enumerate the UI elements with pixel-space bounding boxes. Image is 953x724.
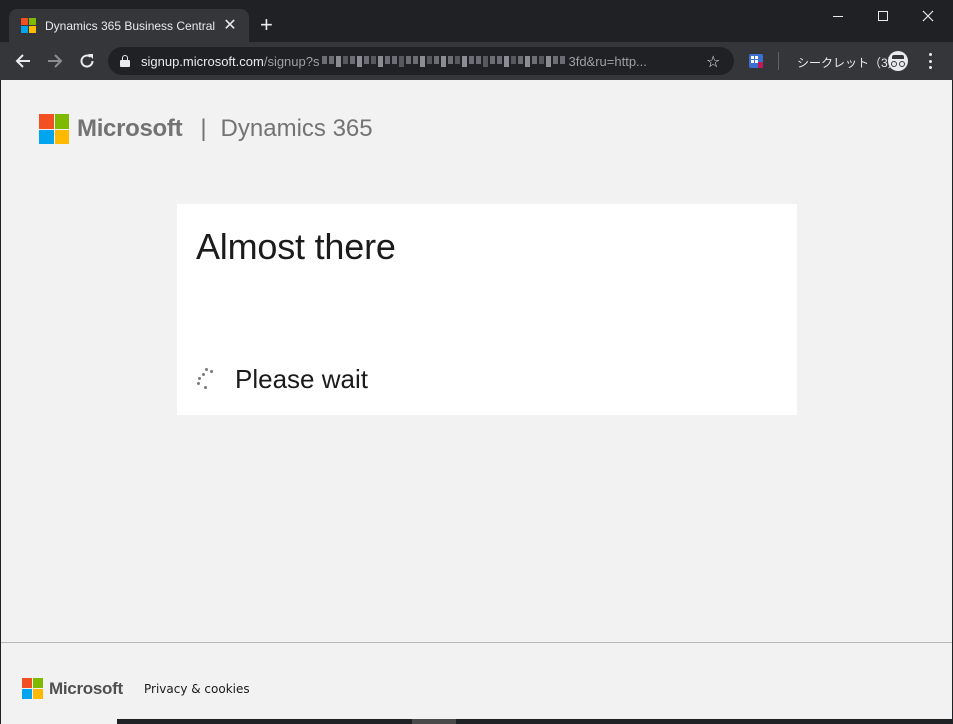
tab-title: Dynamics 365 Business Central — [45, 18, 216, 33]
brand-company-name: Microsoft — [77, 115, 183, 142]
footer-brand: Microsoft — [22, 678, 123, 699]
loading-spinner-icon — [196, 368, 214, 390]
redacted-url-segment — [322, 55, 566, 67]
new-tab-button[interactable]: + — [260, 14, 273, 36]
tab-close-icon[interactable]: ✕ — [221, 17, 239, 34]
footer-company-name: Microsoft — [49, 678, 123, 698]
microsoft-logo-icon — [39, 114, 69, 144]
maximize-button[interactable] — [860, 0, 906, 32]
maximize-icon — [878, 11, 888, 21]
toolbar-divider — [778, 52, 779, 70]
arrow-left-icon — [15, 54, 30, 68]
card-title: Almost there — [196, 226, 396, 267]
status-text: Please wait — [235, 364, 368, 394]
browser-toolbar: signup.microsoft.com /signup?s 3fd&ru=ht… — [0, 42, 953, 80]
minimize-button[interactable] — [815, 0, 861, 32]
privacy-cookies-link[interactable]: Privacy & cookies — [144, 682, 250, 696]
close-window-button[interactable] — [905, 0, 951, 32]
status-card: Almost there Please wait — [177, 204, 797, 415]
page-content: Microsoft | Dynamics 365 Almost there Pl… — [1, 80, 952, 724]
microsoft-logo-icon — [22, 678, 43, 699]
browser-menu-icon[interactable] — [926, 53, 934, 69]
brand-header: Microsoft | Dynamics 365 — [39, 114, 373, 144]
footer: Microsoft Privacy & cookies — [1, 643, 952, 719]
brand-product-name: Dynamics 365 — [220, 115, 373, 142]
back-button[interactable] — [11, 49, 35, 73]
url-path-prefix: /signup?s — [263, 53, 320, 69]
brand-separator: | — [200, 115, 207, 142]
reload-icon — [80, 54, 94, 68]
close-icon — [922, 10, 934, 22]
minimize-icon — [833, 15, 843, 17]
bookmark-star-icon[interactable]: ☆ — [706, 52, 720, 72]
scrollbar-thumb[interactable] — [412, 719, 456, 724]
address-bar[interactable]: signup.microsoft.com /signup?s 3fd&ru=ht… — [108, 47, 734, 75]
incognito-label[interactable]: シークレット（3） — [797, 54, 900, 71]
url-path-suffix: 3fd&ru=http... — [568, 53, 647, 69]
browser-tab[interactable]: Dynamics 365 Business Central ✕ — [9, 9, 249, 42]
incognito-icon[interactable] — [888, 51, 908, 71]
arrow-right-icon — [48, 54, 63, 68]
forward-button[interactable] — [43, 49, 67, 73]
horizontal-scrollbar[interactable] — [117, 719, 952, 724]
url-text[interactable]: signup.microsoft.com /signup?s 3fd&ru=ht… — [141, 54, 696, 69]
url-host: signup.microsoft.com — [141, 53, 264, 69]
browser-tabstrip: Dynamics 365 Business Central ✕ + — [0, 0, 953, 42]
lock-icon — [120, 55, 130, 67]
extension-icon[interactable] — [748, 53, 764, 69]
microsoft-logo-icon — [21, 18, 36, 33]
reload-button[interactable] — [75, 49, 99, 73]
